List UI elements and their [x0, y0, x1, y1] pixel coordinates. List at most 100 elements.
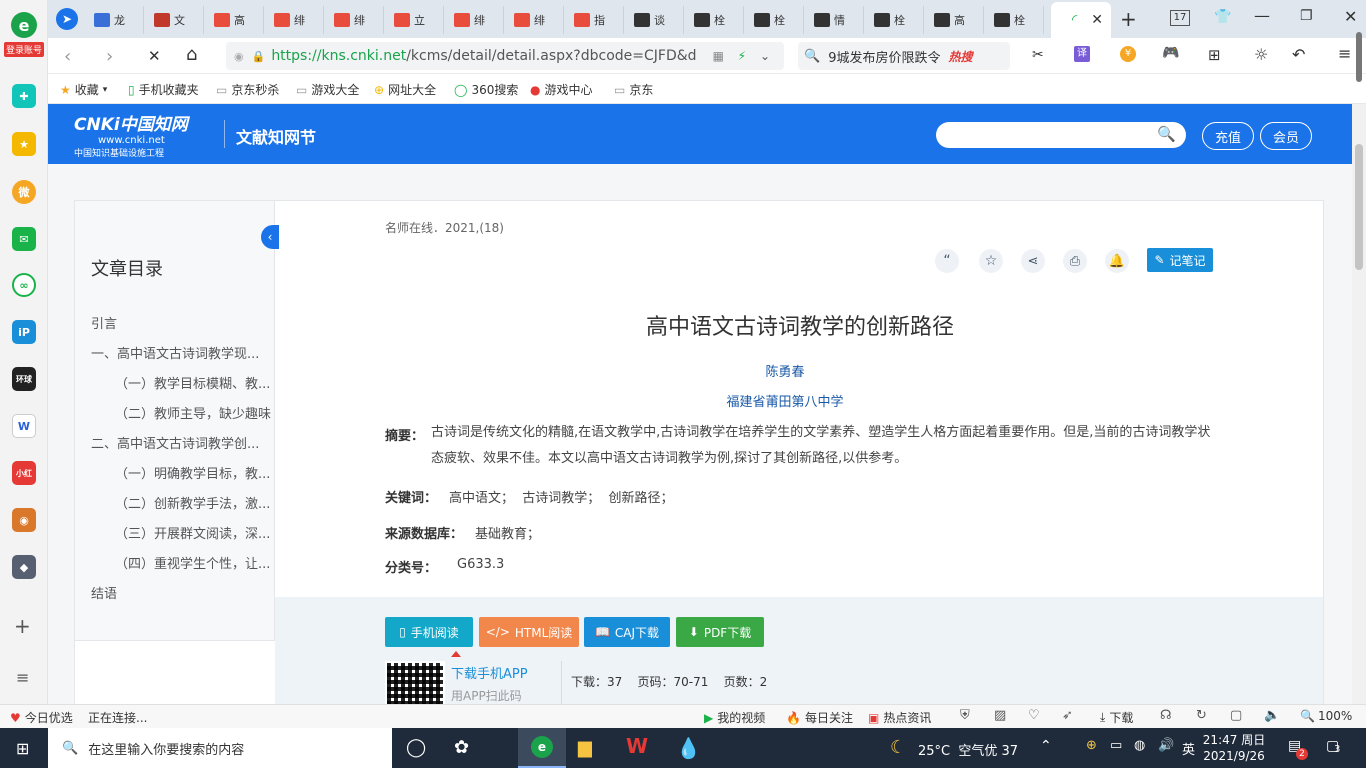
downloads[interactable]: ⤓ 下载 [1100, 709, 1133, 726]
toc-item[interactable]: （二）创新教学手法，激... [115, 493, 270, 512]
favorite-star-icon[interactable]: ☆ [979, 249, 1003, 273]
wps-icon[interactable]: W [626, 734, 648, 758]
tab-active[interactable]: ◜ ✕ [1051, 2, 1111, 38]
forward-icon[interactable]: › [106, 46, 113, 67]
xiaohongshu-icon[interactable]: 小红 [12, 461, 36, 485]
menu-list-icon[interactable]: ≡ [16, 668, 29, 687]
link-app-icon[interactable]: ∞ [12, 273, 36, 297]
tab-10[interactable]: 栓 [686, 6, 744, 34]
tab-0[interactable]: 龙 [86, 6, 144, 34]
main-menu-icon[interactable]: ≡ [1338, 44, 1351, 63]
tab-13[interactable]: 栓 [866, 6, 924, 34]
page-scrollbar[interactable] [1352, 104, 1366, 704]
weibo-icon[interactable]: 微 [12, 180, 36, 204]
bookmark-360-search[interactable]: ◯ 360搜索 [454, 81, 518, 98]
droplet-app-icon[interactable]: 💧 [676, 736, 701, 760]
bookmark-jd-seckill[interactable]: ▭ 京东秒杀 [216, 81, 279, 98]
address-bar[interactable]: ◉ 🔒 https://kns.cnki.net /kcms/detail/de… [226, 42, 784, 70]
skin-icon[interactable]: 👕 [1214, 9, 1231, 25]
windows-start-icon[interactable]: ⊞ [16, 739, 29, 758]
tab-5[interactable]: 立 [386, 6, 444, 34]
restore-icon[interactable]: ❐ [1300, 8, 1313, 24]
quote-icon[interactable]: “ [935, 249, 959, 273]
toc-item[interactable]: 引言 [91, 313, 117, 332]
bookmark-game-center[interactable]: ● 游戏中心 [530, 81, 593, 98]
global-net-icon[interactable]: 环球 [12, 367, 36, 391]
toc-item[interactable]: （一）教学目标模糊、教... [115, 373, 270, 392]
tab-15[interactable]: 栓 [986, 6, 1044, 34]
author-link[interactable]: 陈勇春 [275, 361, 1295, 380]
caj-download-button[interactable]: 📖 CAJ下载 [584, 617, 670, 647]
print-icon[interactable]: ⎙ [1063, 249, 1087, 273]
toc-item[interactable]: 二、高中语文古诗词教学创... [91, 433, 259, 452]
chevron-down-icon[interactable]: ⌄ [760, 49, 770, 63]
download-app-link[interactable]: 下载手机APP [451, 663, 528, 682]
tab-8[interactable]: 指 [566, 6, 624, 34]
toc-item[interactable]: （一）明确教学目标，教... [115, 463, 270, 482]
cnki-logo[interactable]: CNKi中国知网 www.cnki.net 中国知识基础设施工程 [74, 110, 214, 159]
minimize-icon[interactable]: — [1254, 6, 1270, 25]
window-scrollbar-thumb[interactable] [1356, 32, 1362, 82]
game-icon[interactable]: 🎮 [1162, 45, 1179, 61]
hot-search-badge[interactable]: 热搜 [948, 48, 972, 65]
window-scrollbar[interactable] [1352, 24, 1366, 84]
toc-item[interactable]: （三）开展群文阅读，深... [115, 523, 270, 542]
toc-item[interactable]: （四）重视学生个性，让... [115, 553, 270, 572]
tray-expand-icon[interactable]: ⌃ [1040, 738, 1052, 754]
health-icon[interactable]: ♡ [1028, 708, 1040, 723]
daily-follow[interactable]: 🔥 每日关注 [786, 709, 853, 726]
tab-count-badge[interactable]: 17 [1170, 10, 1190, 26]
tab-7[interactable]: 绯 [506, 6, 564, 34]
scrollbar-thumb[interactable] [1355, 144, 1363, 270]
coupon-icon[interactable]: ¥ [1120, 46, 1136, 62]
translate-icon[interactable]: 译 [1074, 46, 1090, 62]
hot-news[interactable]: ▣ 热点资讯 [868, 709, 931, 726]
zoom-level[interactable]: 🔍 100% [1300, 709, 1352, 723]
shield-icon[interactable]: ⛨ [960, 708, 970, 723]
brightness-icon[interactable]: ☼ [1254, 45, 1268, 64]
navigation-icon[interactable]: ➤ [56, 8, 78, 30]
pdf-download-button[interactable]: ⬇ PDF下载 [676, 617, 764, 647]
speaker-icon[interactable]: 🔊 [1158, 738, 1174, 753]
cut-icon[interactable]: ✂ [1032, 47, 1044, 63]
login-area[interactable]: e 登录账号 [4, 12, 44, 58]
bookmark-favorites[interactable]: ★ 收藏 ▾ [60, 81, 107, 98]
collapse-toc-button[interactable]: ‹ [261, 225, 279, 249]
network-icon[interactable]: ◍ [1134, 738, 1145, 753]
rocket-icon[interactable]: ➶ [1062, 708, 1073, 723]
plus-app-icon[interactable]: ✚ [12, 84, 36, 108]
bookmark-jd[interactable]: ▭ 京东 [614, 81, 653, 98]
bookmark-url-nav[interactable]: ⊕ 网址大全 [374, 81, 436, 98]
task-view-icon[interactable]: ◯ [406, 737, 426, 758]
window-icon[interactable]: ▢ [1230, 708, 1242, 723]
back-icon[interactable]: ‹ [64, 46, 71, 67]
clock-date[interactable]: 2021/9/26 [1200, 749, 1268, 763]
browser-taskbar-icon[interactable]: e [518, 728, 566, 768]
bell-icon[interactable]: 🔔 [1105, 249, 1129, 273]
weather-text[interactable]: 25°C 空气优 37 [918, 740, 1018, 759]
stop-loading-icon[interactable]: ✕ [148, 47, 161, 65]
new-tab-icon[interactable]: + [1120, 7, 1137, 31]
mail-icon[interactable]: ✉ [12, 227, 36, 251]
toc-item[interactable]: （二）教师主导，缺少趣味 [115, 403, 271, 422]
tab-6[interactable]: 绯 [446, 6, 504, 34]
headset-icon[interactable]: ☊ [1160, 708, 1172, 723]
game-app-icon[interactable]: ◉ [12, 508, 36, 532]
pubg-app-icon[interactable]: ◆ [12, 555, 36, 579]
lightning-icon[interactable]: ⚡ [738, 49, 746, 63]
cnki-search-input[interactable]: 🔍 [936, 122, 1186, 148]
battery-icon[interactable]: ▭ [1110, 738, 1122, 753]
share-icon[interactable]: ⋖ [1021, 249, 1045, 273]
my-videos[interactable]: ▶ 我的视频 [704, 709, 765, 726]
journal-source[interactable]: 名师在线．2021,(18) [385, 219, 504, 236]
tab-11[interactable]: 栓 [746, 6, 804, 34]
html-read-button[interactable]: </> HTML阅读 [479, 617, 579, 647]
image-icon[interactable]: ▨ [994, 708, 1006, 723]
file-explorer-icon[interactable]: ▆ [578, 737, 592, 758]
tab-9[interactable]: 谈 [626, 6, 684, 34]
member-button[interactable]: 会员 [1260, 122, 1312, 150]
home-icon[interactable]: ⌂ [186, 44, 197, 65]
pinwheel-app-icon[interactable]: ✿ [454, 737, 469, 758]
word-doc-icon[interactable]: W [12, 414, 36, 438]
ip-app-icon[interactable]: iP [12, 320, 36, 344]
